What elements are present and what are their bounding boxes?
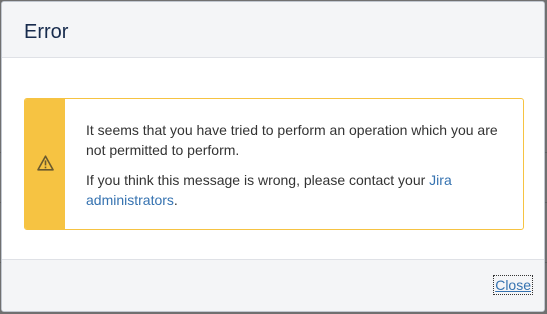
dialog-title: Error <box>24 21 69 43</box>
warning-text: It seems that you have tried to perform … <box>86 120 506 220</box>
close-button[interactable]: Close <box>493 275 533 295</box>
warning-message-line1: It seems that you have tried to perform … <box>86 122 498 158</box>
dialog-content: It seems that you have tried to perform … <box>2 58 544 261</box>
warning-message-suffix: . <box>173 192 178 208</box>
warning-message-box: It seems that you have tried to perform … <box>24 98 524 230</box>
dialog-footer: Close <box>2 259 544 311</box>
dialog-header: Error <box>2 2 544 58</box>
error-dialog: Error It seems that you have tried to pe… <box>1 1 545 312</box>
warning-message-line2: If you think this message is wrong, plea… <box>86 170 506 210</box>
warning-message-prefix: If you think this message is wrong, plea… <box>86 172 430 188</box>
warning-stripe <box>25 99 65 229</box>
warning-icon <box>37 155 54 171</box>
